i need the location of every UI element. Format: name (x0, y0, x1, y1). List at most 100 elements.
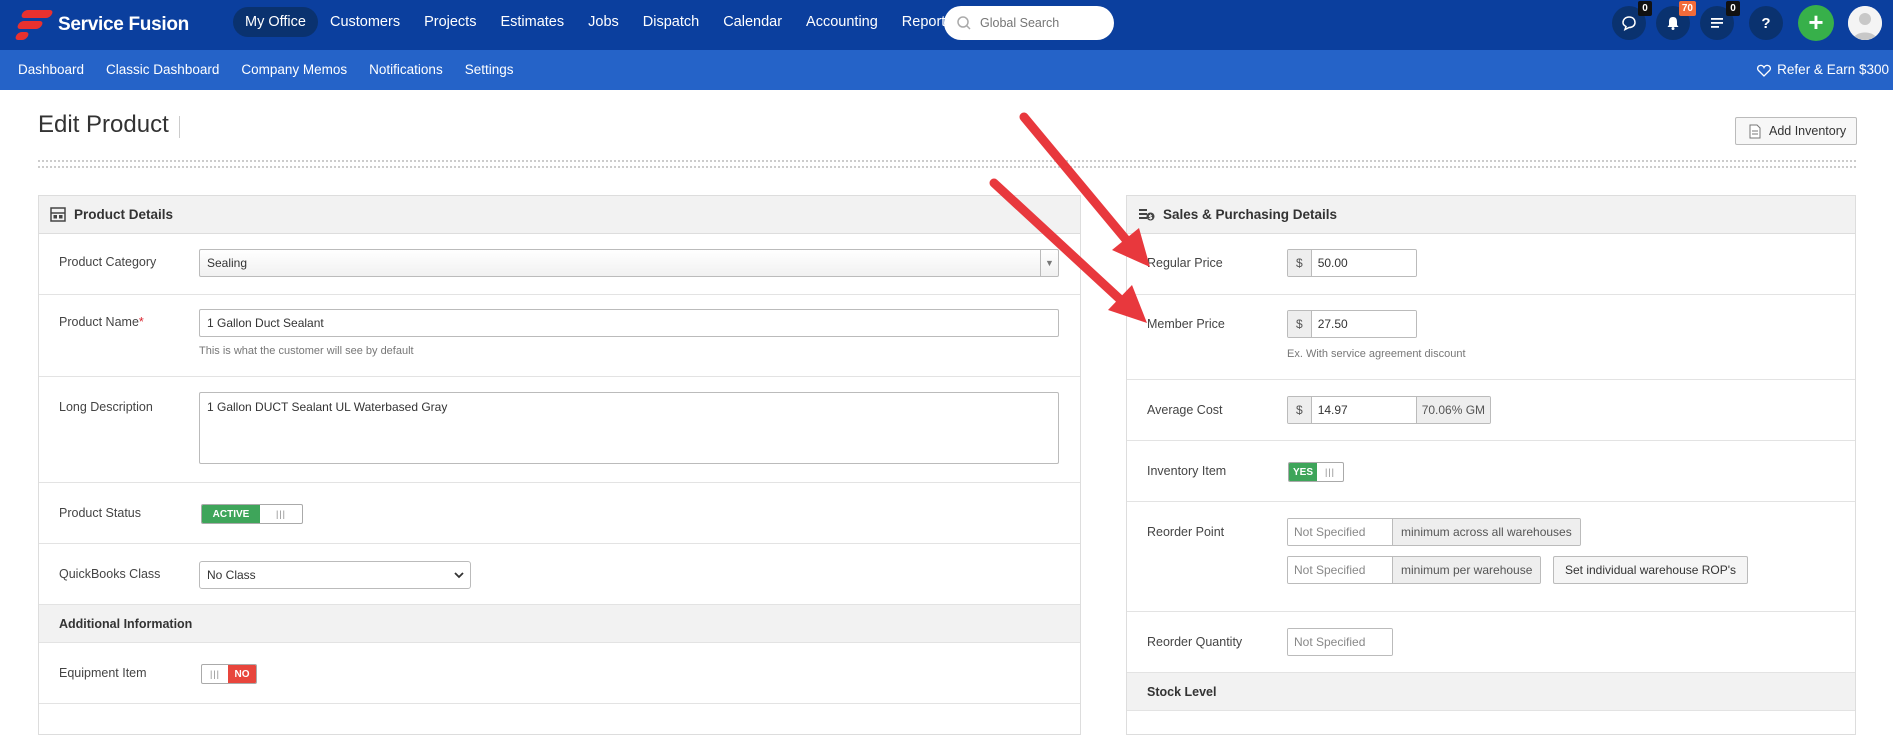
nav-customers[interactable]: Customers (318, 7, 412, 37)
reorder-quantity-input[interactable]: Not Specified (1287, 628, 1393, 656)
help-button[interactable]: ? (1749, 6, 1783, 40)
member-price-value: 27.50 (1311, 311, 1416, 337)
user-icon (1848, 6, 1882, 40)
reorder-point-all-input[interactable]: Not Specified minimum across all warehou… (1287, 518, 1581, 546)
main-nav: My Office Customers Projects Estimates J… (233, 7, 965, 37)
row-reorder-quantity: Reorder Quantity Not Specified (1127, 612, 1855, 673)
page-title: Edit Product (38, 111, 169, 138)
coins-icon: $ (1139, 209, 1155, 221)
sales-purchasing-title: Sales & Purchasing Details (1163, 207, 1338, 222)
chat-icon (1622, 16, 1636, 31)
quickbooks-class-label: QuickBooks Class (59, 567, 161, 581)
average-cost-value: 14.97 (1311, 397, 1416, 423)
notifications-badge: 70 (1678, 1, 1696, 16)
row-regular-price: Regular Price $ 50.00 (1127, 234, 1855, 295)
reorder-point-per-input[interactable]: Not Specified minimum per warehouse (1287, 556, 1542, 584)
long-description-textarea[interactable]: 1 Gallon DUCT Sealant UL Waterbased Gray (199, 392, 1059, 464)
inventory-item-toggle[interactable]: YES ||| (1288, 462, 1344, 482)
tasks-badge: 0 (1726, 1, 1740, 16)
product-status-toggle[interactable]: ACTIVE ||| (201, 504, 303, 524)
average-cost-label: Average Cost (1147, 403, 1223, 417)
min-per-addon: minimum per warehouse (1392, 557, 1541, 583)
toggle-grip-icon: ||| (1324, 467, 1335, 477)
row-equipment-item: Equipment Item ||| NO (39, 643, 1080, 704)
gross-margin-addon: 70.06% GM (1415, 397, 1491, 423)
member-price-hint: Ex. With service agreement discount (1287, 348, 1466, 360)
chevron-down-icon: ▼ (1040, 250, 1058, 276)
equipment-item-toggle[interactable]: ||| NO (201, 664, 257, 684)
set-warehouse-rop-button[interactable]: Set individual warehouse ROP's (1553, 556, 1749, 584)
regular-price-label: Regular Price (1147, 256, 1223, 270)
sales-purchasing-panel: $ Sales & Purchasing Details Regular Pri… (1126, 195, 1856, 735)
top-bar: Service Fusion My Office Customers Proje… (0, 0, 1893, 50)
product-category-value: Sealing (207, 256, 248, 270)
product-category-select[interactable]: Sealing ▼ (199, 249, 1059, 277)
currency-addon: $ (1288, 250, 1312, 276)
product-details-panel: Product Details Product Category Sealing… (38, 195, 1081, 735)
status-on-label: ACTIVE (202, 505, 260, 523)
stock-level-header: Stock Level (1127, 673, 1855, 711)
subnav-company-memos[interactable]: Company Memos (241, 50, 347, 90)
nav-dispatch[interactable]: Dispatch (631, 7, 711, 37)
member-price-input[interactable]: $ 27.50 (1287, 310, 1417, 338)
reorder-point-label: Reorder Point (1147, 525, 1225, 539)
global-search[interactable] (944, 6, 1114, 40)
nav-calendar[interactable]: Calendar (711, 7, 794, 37)
equipment-item-label: Equipment Item (59, 666, 147, 680)
quickbooks-class-select[interactable]: No Class (199, 561, 471, 589)
avatar[interactable] (1848, 6, 1882, 40)
reorder-point-per-placeholder: Not Specified (1288, 557, 1392, 583)
nav-projects[interactable]: Projects (412, 7, 488, 37)
search-input[interactable] (980, 16, 1100, 30)
title-divider (179, 116, 180, 138)
average-cost-input[interactable]: $ 14.97 70.06% GM (1287, 396, 1492, 424)
nav-accounting[interactable]: Accounting (794, 7, 890, 37)
document-icon (1749, 124, 1761, 138)
nav-my-office[interactable]: My Office (233, 7, 318, 37)
product-details-title: Product Details (74, 207, 174, 222)
app-logo[interactable]: Service Fusion (14, 8, 189, 42)
nav-jobs[interactable]: Jobs (576, 7, 631, 37)
chat-button[interactable]: 0 (1612, 1, 1652, 40)
toggle-grip-icon: ||| (275, 509, 286, 519)
add-button[interactable]: + (1798, 5, 1834, 41)
add-inventory-button[interactable]: Add Inventory (1735, 117, 1857, 145)
tasks-button[interactable]: 0 (1700, 1, 1740, 40)
product-name-value: 1 Gallon Duct Sealant (207, 316, 324, 330)
svg-text:$: $ (1148, 214, 1152, 221)
row-product-name: Product Name* 1 Gallon Duct Sealant This… (39, 295, 1080, 377)
search-icon (957, 16, 971, 30)
subnav-classic-dashboard[interactable]: Classic Dashboard (106, 50, 219, 90)
product-details-header: Product Details (39, 196, 1080, 234)
chevron-down-icon (454, 572, 464, 579)
additional-info-header: Additional Information (39, 605, 1080, 643)
required-marker: * (138, 315, 144, 329)
subnav-notifications[interactable]: Notifications (369, 50, 443, 90)
long-description-value: 1 Gallon DUCT Sealant UL Waterbased Gray (207, 400, 448, 414)
row-long-description: Long Description 1 Gallon DUCT Sealant U… (39, 377, 1080, 483)
subnav-dashboard[interactable]: Dashboard (18, 50, 84, 90)
heart-icon (1757, 64, 1772, 77)
currency-addon: $ (1288, 311, 1312, 337)
subnav-settings[interactable]: Settings (465, 50, 514, 90)
reorder-quantity-placeholder: Not Specified (1288, 629, 1392, 655)
nav-estimates[interactable]: Estimates (488, 7, 576, 37)
equipment-off-label: NO (228, 665, 256, 683)
row-product-status: Product Status ACTIVE ||| (39, 483, 1080, 544)
min-all-addon: minimum across all warehouses (1392, 519, 1580, 545)
row-quickbooks-class: QuickBooks Class No Class (39, 544, 1080, 605)
regular-price-input[interactable]: $ 50.00 (1287, 249, 1417, 277)
notifications-button[interactable]: 70 (1656, 1, 1696, 40)
product-name-hint: This is what the customer will see by de… (199, 345, 414, 357)
row-inventory-item: Inventory Item YES ||| (1127, 441, 1855, 502)
chat-badge: 0 (1638, 1, 1652, 16)
product-name-input[interactable]: 1 Gallon Duct Sealant (199, 309, 1059, 337)
long-description-label: Long Description (59, 400, 153, 414)
sales-purchasing-header: $ Sales & Purchasing Details (1127, 196, 1855, 234)
product-box-icon (50, 207, 66, 222)
regular-price-value: 50.00 (1311, 250, 1416, 276)
refer-earn-link[interactable]: Refer & Earn $300 (1757, 50, 1889, 90)
add-inventory-label: Add Inventory (1769, 124, 1847, 138)
logo-icon (14, 8, 54, 42)
member-price-label: Member Price (1147, 317, 1225, 331)
